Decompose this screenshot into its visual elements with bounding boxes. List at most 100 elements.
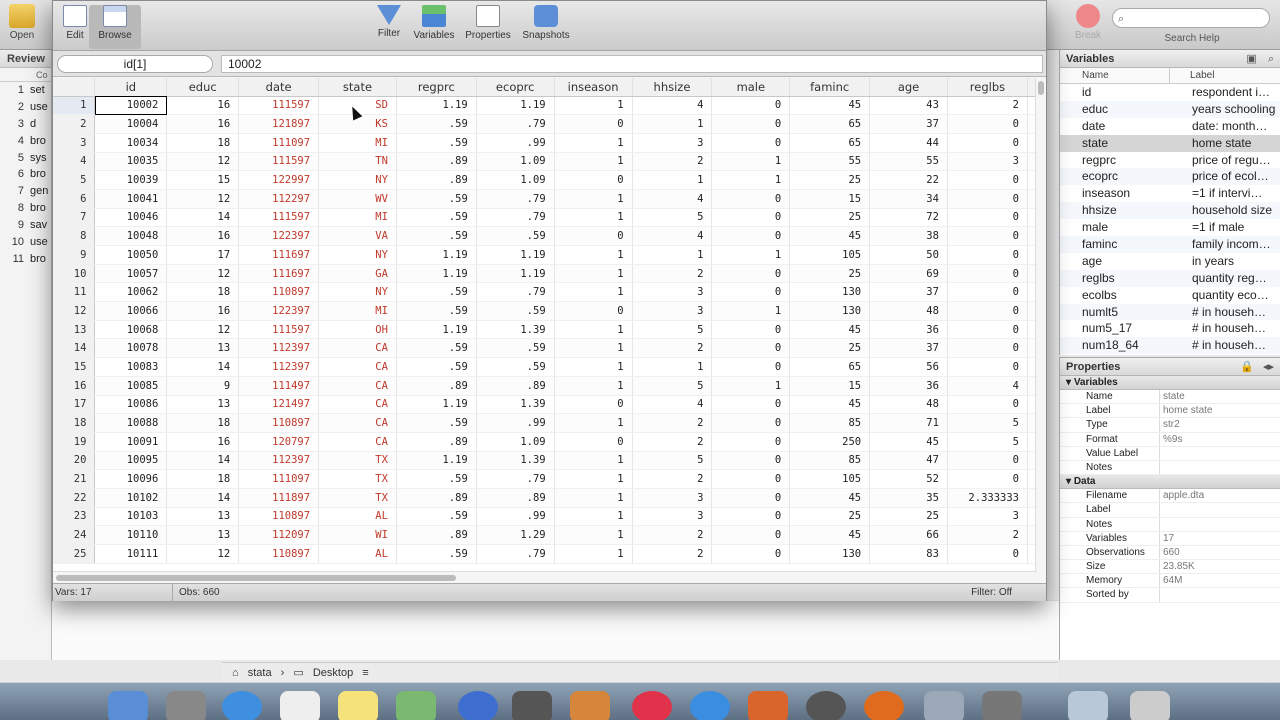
data-cell[interactable]: 34: [869, 189, 948, 209]
menu-icon[interactable]: ≡: [362, 667, 368, 679]
data-cell[interactable]: VA: [318, 226, 397, 246]
data-cell[interactable]: 2: [947, 96, 1029, 116]
data-cell[interactable]: 1: [554, 96, 633, 116]
data-cell[interactable]: 105: [789, 245, 871, 265]
data-cell[interactable]: 16: [166, 432, 240, 452]
data-cell[interactable]: MI: [318, 208, 397, 228]
stata-icon[interactable]: [748, 691, 788, 720]
data-cell[interactable]: 13: [166, 338, 240, 359]
data-cell[interactable]: .89: [396, 432, 477, 452]
data-cell[interactable]: 2: [632, 413, 713, 433]
data-cell[interactable]: 10050: [94, 245, 168, 265]
data-cell[interactable]: 0: [554, 432, 633, 452]
data-cell[interactable]: 112397: [238, 451, 320, 471]
data-cell[interactable]: 1.09: [476, 152, 555, 172]
data-cell[interactable]: 1: [554, 320, 633, 340]
row-number[interactable]: 3: [53, 133, 96, 153]
data-cell[interactable]: 10111: [94, 544, 168, 564]
data-cell[interactable]: 0: [947, 226, 1029, 246]
data-cell[interactable]: 0: [711, 338, 791, 359]
data-cell[interactable]: 0: [947, 264, 1029, 284]
data-cell[interactable]: 45: [789, 395, 871, 415]
data-cell[interactable]: 1: [554, 525, 633, 545]
data-cell[interactable]: 15: [166, 170, 240, 190]
panel-options-icon[interactable]: ▣: [1246, 53, 1256, 65]
data-cell[interactable]: 2.333333: [947, 488, 1029, 508]
window-icon[interactable]: [924, 691, 964, 720]
review-item[interactable]: 4 bro: [0, 133, 51, 150]
data-cell[interactable]: 121497: [238, 395, 320, 415]
review-item[interactable]: 9 sav: [0, 217, 51, 234]
data-cell[interactable]: 16: [166, 226, 240, 246]
snapshots-button[interactable]: Snapshots: [520, 5, 572, 41]
data-cell[interactable]: 110897: [238, 413, 320, 433]
browse-button[interactable]: Browse: [89, 5, 141, 49]
data-cell[interactable]: .79: [476, 114, 555, 134]
property-row[interactable]: Label: [1060, 503, 1280, 518]
data-cell[interactable]: 0: [947, 451, 1029, 471]
data-cell[interactable]: 44: [869, 133, 948, 153]
data-cell[interactable]: 10103: [94, 507, 168, 527]
column-header-ecoprc[interactable]: ecoprc: [476, 78, 555, 97]
data-cell[interactable]: 1: [711, 152, 791, 172]
data-cell[interactable]: .59: [476, 338, 555, 359]
data-cell[interactable]: 12: [166, 264, 240, 284]
data-cell[interactable]: 16: [166, 96, 240, 116]
data-cell[interactable]: 72: [869, 208, 948, 228]
property-row[interactable]: Filename apple.dta: [1060, 489, 1280, 504]
row-number[interactable]: 8: [53, 226, 96, 246]
variable-row-ecoprc[interactable]: ecoprc price of ecol…: [1060, 168, 1280, 186]
property-row[interactable]: Memory 64M: [1060, 574, 1280, 589]
data-cell[interactable]: 0: [711, 451, 791, 471]
data-cell[interactable]: 1.19: [396, 245, 477, 265]
variable-row-state[interactable]: state home state: [1060, 134, 1280, 152]
column-header-state[interactable]: state: [318, 78, 397, 97]
data-cell[interactable]: 37: [869, 282, 948, 303]
variable-row-male[interactable]: male =1 if male: [1060, 219, 1280, 236]
data-cell[interactable]: 1.39: [476, 395, 555, 415]
data-cell[interactable]: 0: [947, 301, 1029, 321]
data-cell[interactable]: 1: [554, 488, 633, 508]
data-cell[interactable]: MI: [318, 133, 397, 153]
data-cell[interactable]: 65: [789, 114, 871, 134]
trash-icon[interactable]: [1130, 691, 1170, 720]
data-cell[interactable]: 45: [789, 488, 871, 508]
row-number[interactable]: 1: [53, 96, 96, 116]
row-number[interactable]: 6: [53, 189, 96, 209]
data-cell[interactable]: 111697: [238, 264, 320, 284]
data-cell[interactable]: 45: [869, 432, 948, 452]
data-cell[interactable]: .59: [396, 544, 477, 564]
data-cell[interactable]: 130: [789, 544, 871, 564]
data-cell[interactable]: 66: [869, 525, 948, 545]
review-item[interactable]: 6 bro: [0, 166, 51, 183]
row-number[interactable]: 18: [53, 413, 96, 433]
data-cell[interactable]: 1.39: [476, 451, 555, 471]
data-cell[interactable]: .89: [396, 170, 477, 190]
data-cell[interactable]: 111097: [238, 469, 320, 489]
data-cell[interactable]: 2: [632, 469, 713, 489]
calendar-icon[interactable]: [280, 691, 320, 720]
data-cell[interactable]: 10035: [94, 152, 168, 172]
photos-icon[interactable]: [570, 691, 610, 720]
property-row[interactable]: Label home state: [1060, 404, 1280, 419]
property-row[interactable]: Value Label: [1060, 446, 1280, 461]
data-cell[interactable]: 25: [869, 507, 948, 527]
data-cell[interactable]: 85: [789, 413, 871, 433]
data-cell[interactable]: 1: [711, 376, 791, 396]
data-cell[interactable]: NY: [318, 170, 397, 190]
data-cell[interactable]: 1: [554, 245, 633, 265]
row-number[interactable]: 9: [53, 245, 96, 265]
data-cell[interactable]: 3: [947, 152, 1029, 172]
row-number[interactable]: 2: [53, 114, 96, 134]
data-cell[interactable]: 2: [632, 338, 713, 359]
data-cell[interactable]: AL: [318, 544, 397, 564]
data-cell[interactable]: 1.19: [396, 264, 477, 284]
data-cell[interactable]: 1.19: [476, 264, 555, 284]
data-cell[interactable]: 48: [869, 395, 948, 415]
column-header-faminc[interactable]: faminc: [789, 78, 871, 97]
data-cell[interactable]: 45: [789, 320, 871, 340]
data-cell[interactable]: 111597: [238, 208, 320, 228]
path-user[interactable]: stata: [248, 667, 272, 679]
data-cell[interactable]: 112397: [238, 357, 320, 377]
notes-icon[interactable]: [338, 691, 378, 720]
